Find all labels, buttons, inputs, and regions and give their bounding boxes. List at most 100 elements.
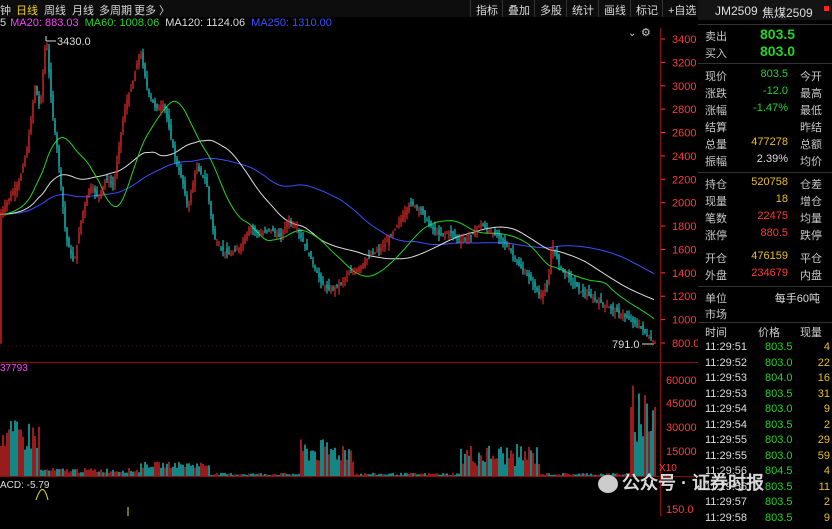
candle-body [492,233,494,236]
volume-bar [130,471,132,476]
volume-bar [254,474,256,476]
candle-body [146,76,148,87]
volume-bar [562,472,564,476]
quote-row-label-2: 增仓 [800,196,822,208]
candle-body [646,334,648,336]
candle-body [568,271,570,278]
volume-bar [526,459,528,476]
quote-row-value: 803.5 [760,68,788,80]
volume-bar [192,464,194,476]
candle-body [472,233,474,235]
candle-body [392,232,394,235]
candle-body [624,314,626,317]
candle-body [524,272,526,274]
volume-bar [580,473,582,476]
candle-body [60,169,62,187]
quote-row-label-2: 内盘 [800,270,822,282]
volume-bar [282,473,284,476]
volume-bar [120,472,122,476]
volume-bar [328,454,330,476]
volume-bars [0,385,656,476]
candle-body [132,81,134,88]
volume-bar [68,472,70,476]
volume-bar [302,450,304,476]
volume-bar [578,473,580,476]
candle-body [36,86,38,96]
tick-vol: 9 [823,403,830,415]
volume-bar [274,473,276,476]
volume-bar [502,453,504,476]
volume-bar [374,473,376,476]
volume-bar [452,473,454,476]
volume-bar [40,469,42,476]
tick-row: 11:29:53 804.0 16 [698,372,832,389]
candle-body [542,291,544,299]
candle-body [594,297,596,300]
candle-body [324,286,326,288]
candle-body [618,309,620,314]
candle-body [352,271,354,273]
quote-row-label: 持仓 [705,179,727,191]
volume-bar [38,426,40,476]
candle-body [44,47,46,73]
volume-bar [536,447,538,476]
candle-body [314,266,316,269]
candle-body [22,166,24,172]
volume-bar [464,453,466,476]
candle-body [140,55,142,57]
ticks-header-time: 时间 [705,327,727,339]
quote-row-label: 单位 [705,293,727,305]
volume-bar [134,471,136,476]
tick-price: 803.5 [765,496,793,508]
chevron-down-icon[interactable]: ⌄ [628,28,636,39]
volume-bar [320,440,322,476]
sell-label: 卖出 [705,31,727,43]
candle-body [304,243,306,246]
volume-bar [368,474,370,476]
ma120-path [0,139,655,301]
candle-body [236,249,238,251]
candle-body [640,326,642,328]
volume-bar [144,461,146,476]
candle-body [186,195,188,204]
volume-bar [554,474,556,476]
volume-bar [532,452,534,476]
volume-bar [18,429,20,476]
volume-bar [88,469,90,476]
volume-bar [158,462,160,476]
candle-body [368,256,370,258]
volume-bar [506,447,508,476]
candle-body [294,225,296,227]
candle-body [10,195,12,201]
volume-bar [246,474,248,476]
candle-body [418,207,420,211]
candle-body [358,267,360,272]
candle-body [364,261,366,267]
vol-tick-60000: 60000 [666,375,697,387]
tick-row: 11:29:58 803.5 9 [698,512,832,529]
volume-bar [542,474,544,476]
volume-bar [194,467,196,476]
volume-bar [476,465,478,476]
candle-body [348,274,350,276]
volume-bar [64,470,66,476]
candle-body [82,210,84,221]
volume-bar [210,474,212,476]
volume-bar [172,466,174,476]
price-tick: 1600 [672,244,696,256]
volume-bar [654,406,656,476]
volume-bar [168,461,170,476]
candle-body [432,226,434,229]
vol-tick-30000: 30000 [666,422,697,434]
candle-body [440,233,442,236]
volume-bar [258,473,260,476]
candle-body [408,204,410,211]
candle-body [290,220,292,223]
tick-row: 11:29:55 803.0 59 [698,450,832,467]
kline-chart[interactable]: ⚙ ⌄ 3400 3200 3000 2800 2600 2400 2200 2000 1800… [0,0,698,516]
candle-body [78,232,80,243]
tick-vol: 59 [817,449,830,462]
candle-body [504,240,506,244]
settings-icon[interactable]: ⚙ [641,27,651,39]
ticks-header-price: 价格 [758,327,780,339]
